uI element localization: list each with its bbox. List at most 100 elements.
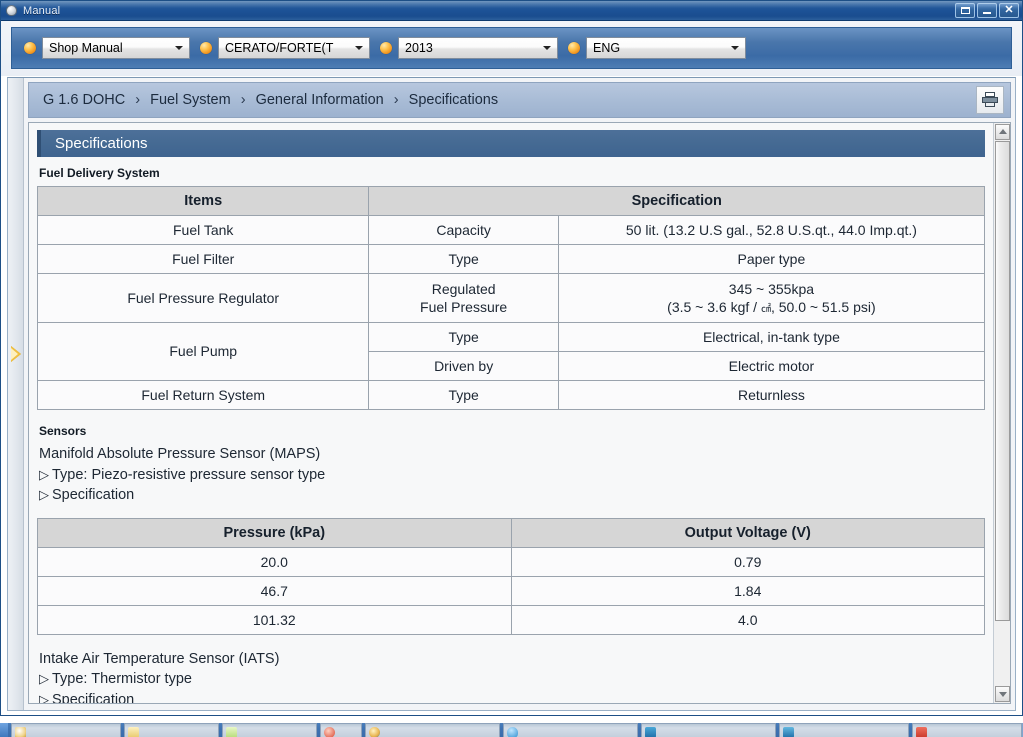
app-icon (324, 727, 335, 737)
table-header-row: Pressure (kPa) Output Voltage (V) (37, 517, 985, 548)
scrollbar-thumb[interactable] (995, 140, 1010, 621)
folder-icon (226, 727, 237, 737)
print-button[interactable] (976, 85, 1004, 114)
header-items: Items (36, 185, 370, 216)
printer-icon (982, 92, 998, 108)
expand-panel-arrow-icon[interactable] (11, 346, 21, 362)
minimize-icon (983, 12, 991, 14)
cell-sub: Type (368, 321, 559, 352)
title-bar: Manual ✕ (1, 1, 1022, 21)
iats-title: Intake Air Temperature Sensor (IATS) (39, 650, 280, 667)
cell-value: 50 lit. (13.2 U.S gal., 52.8 U.S.qt., 44… (557, 214, 986, 245)
table-header-row: Items Specification (36, 185, 985, 216)
taskbar-item-8[interactable] (779, 723, 909, 737)
iats-type-line: ▷ Type: Thermistor type (39, 669, 985, 690)
document-page: Specifications Fuel Delivery System Item… (29, 122, 993, 703)
vehicle-model-dropdown[interactable]: CERATO/FORTE(T (218, 37, 370, 59)
breadcrumb-item-1[interactable]: Fuel System (150, 92, 231, 108)
cell-pressure: 101.32 (37, 604, 512, 635)
taskbar-item-7[interactable] (641, 723, 776, 737)
cell-item: Fuel Pump (36, 321, 370, 381)
cell-sub: Type (368, 243, 559, 274)
model-year-dropdown[interactable]: 2013 (398, 37, 558, 59)
scrollbar-down-button[interactable] (995, 686, 1010, 702)
taskbar-item-1[interactable] (11, 723, 121, 737)
cell-value: Paper type (557, 243, 986, 274)
table-row: 46.7 1.84 (37, 575, 985, 606)
taskbar: ••• (0, 723, 1023, 737)
iats-spec-text: Specification (52, 691, 135, 703)
vehicle-model-group: CERATO/FORTE(T (200, 37, 370, 59)
close-button[interactable]: ✕ (999, 3, 1019, 18)
breadcrumb-item-0[interactable]: G 1.6 DOHC (43, 92, 125, 108)
taskbar-item-5[interactable] (365, 723, 500, 737)
chevron-down-icon (998, 691, 1007, 697)
table-row: Fuel Filter Type Paper type (36, 243, 986, 274)
taskbar-item-4[interactable] (320, 723, 362, 737)
cell-sub: Capacity (368, 214, 559, 245)
cell-value-unit-cm2: ㎠ (760, 303, 771, 315)
cell-sub: Type (368, 379, 559, 410)
content-shell: G 1.6 DOHC › Fuel System › General Infor… (7, 77, 1016, 711)
manual-type-group: Shop Manual (24, 37, 190, 59)
header-pressure: Pressure (kPa) (37, 517, 512, 548)
taskbar-item-2[interactable] (124, 723, 219, 737)
start-button[interactable] (0, 723, 8, 737)
table-row: Fuel Return System Type Returnless (36, 379, 986, 410)
taskbar-item-6[interactable] (503, 723, 638, 737)
restore-button[interactable] (955, 3, 975, 18)
minimize-button[interactable] (977, 3, 997, 18)
breadcrumb-separator: › (393, 91, 399, 108)
page-title: Specifications (37, 129, 985, 157)
maps-spec-text: Specification (52, 487, 135, 504)
maps-specification-table: Pressure (kPa) Output Voltage (V) 20.0 0… (37, 517, 985, 635)
app-icon (645, 727, 656, 737)
taskbar-app-icon (15, 727, 26, 737)
scrollbar-up-button[interactable] (995, 123, 1010, 140)
restore-icon (960, 7, 970, 14)
breadcrumb: G 1.6 DOHC › Fuel System › General Infor… (43, 92, 976, 108)
language-dropdown[interactable]: ENG (586, 37, 746, 59)
cell-voltage: 4.0 (510, 604, 985, 635)
chevron-down-icon (731, 46, 739, 50)
cell-value-line1: 345 ~ 355kpa (728, 280, 815, 297)
table-row: Fuel Pump Type Electrical, in-tank type (36, 321, 986, 381)
triangle-bullet-icon: ▷ (39, 487, 49, 503)
selector-toolbar: Shop Manual CERATO/FORTE(T 2013 ENG (1, 21, 1022, 76)
breadcrumb-item-3[interactable]: Specifications (409, 92, 498, 108)
chevron-down-icon (175, 46, 183, 50)
table-row: Fuel Tank Capacity 50 lit. (13.2 U.S gal… (36, 214, 986, 245)
triangle-bullet-icon: ▷ (39, 691, 49, 703)
app-icon (507, 727, 518, 737)
breadcrumb-separator: › (135, 91, 141, 108)
table-row: 101.32 4.0 (37, 604, 985, 635)
taskbar-item-9[interactable] (912, 723, 1022, 737)
document-column: G 1.6 DOHC › Fuel System › General Infor… (24, 78, 1015, 710)
app-icon (6, 5, 17, 16)
fuel-delivery-label: Fuel Delivery System (39, 165, 160, 180)
cell-value-line2-pre: (3.5 ~ 3.6 kgf / (667, 298, 761, 315)
cell-sub: Driven by (368, 350, 559, 381)
cell-value: Returnless (557, 379, 986, 410)
manual-application-window: Manual ✕ Shop Manual CERATO/FORTE(T 2013… (0, 0, 1023, 716)
iats-type-text: Type: Thermistor type (52, 671, 192, 688)
manual-type-value: Shop Manual (49, 41, 123, 55)
table-row: Fuel Pressure Regulator Regulated Fuel P… (36, 272, 986, 323)
iats-spec-line: ▷ Specification (39, 690, 985, 703)
taskbar-item-3[interactable] (222, 723, 317, 737)
desktop-strip (0, 716, 1023, 723)
cell-pressure: 20.0 (37, 546, 512, 577)
manual-type-dropdown[interactable]: Shop Manual (42, 37, 190, 59)
chevron-down-icon (543, 46, 551, 50)
orange-orb-icon (24, 42, 36, 54)
vertical-scrollbar[interactable] (993, 122, 1010, 703)
cell-sub-line1: Regulated (431, 280, 496, 297)
cell-value: Electric motor (557, 350, 986, 381)
folder-icon (128, 727, 139, 737)
left-panel-splitter[interactable] (8, 78, 24, 710)
maps-title: Manifold Absolute Pressure Sensor (MAPS) (39, 445, 321, 462)
cell-value: 345 ~ 355kpa (3.5 ~ 3.6 kgf / ㎠, 50.0 ~ … (557, 272, 986, 323)
cell-item: Fuel Filter (36, 243, 370, 274)
breadcrumb-item-2[interactable]: General Information (256, 92, 384, 108)
model-year-value: 2013 (405, 41, 433, 55)
